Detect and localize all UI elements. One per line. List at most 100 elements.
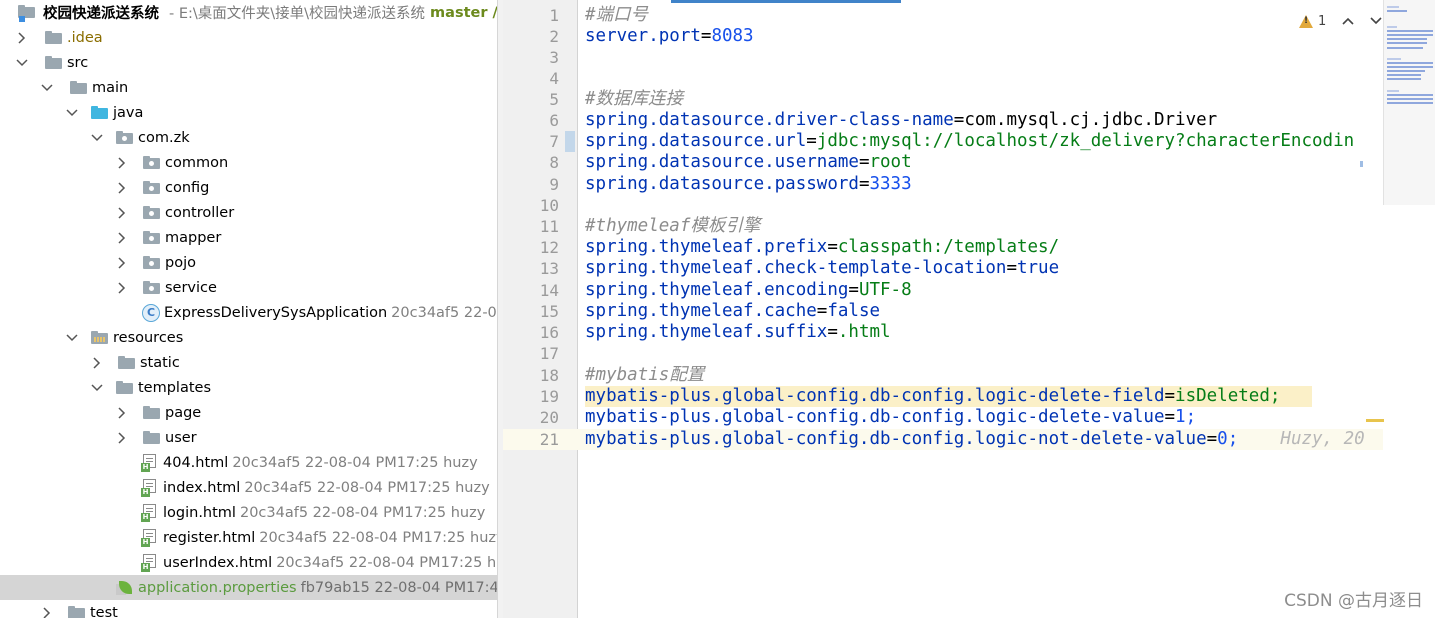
code-line-18[interactable]: #mybatis配置 [585, 365, 704, 386]
tree-item-common[interactable]: common [0, 150, 497, 175]
chevron-right-icon[interactable] [41, 606, 53, 618]
comment: #数据库连接 [585, 89, 684, 109]
tree-root[interactable]: 校园快递派送系统 - E:\桌面文件夹\接单\校园快递派送系统 master /… [0, 0, 497, 25]
code-line-15[interactable]: spring.thymeleaf.cache=false [585, 301, 880, 322]
package-icon [143, 181, 160, 194]
tree-item-404-html[interactable]: H 404.html 20c34af5 22-08-04 PM17:25 huz… [0, 450, 497, 475]
code-editor[interactable]: 1 2 3 4 5 6 7 8 9 10 11 12 13 14 15 16 1… [503, 0, 1435, 618]
tree-item-templates[interactable]: templates [0, 375, 497, 400]
line-number: 2 [549, 27, 559, 46]
chevron-right-icon[interactable] [116, 256, 128, 269]
chevron-down-icon[interactable] [91, 382, 103, 394]
folder-icon [143, 431, 160, 444]
chevron-down-icon[interactable] [1370, 13, 1382, 29]
tree-item-userindex-html[interactable]: H userIndex.html 20c34af5 22-08-04 PM17:… [0, 550, 497, 575]
property-value: root [869, 152, 912, 172]
minimap-line [1387, 102, 1433, 104]
chevron-down-icon[interactable] [41, 82, 53, 94]
code-area[interactable]: #端口号 server.port=8083 #数据库连接 spring.data… [577, 0, 1383, 618]
property-key: spring.datasource.username [585, 152, 859, 172]
tree-item-application-class[interactable]: C ExpressDeliverySysApplication 20c34af5… [0, 300, 497, 325]
minimap-line [1387, 94, 1433, 96]
tree-item-index-html[interactable]: H index.html 20c34af5 22-08-04 PM17:25 h… [0, 475, 497, 500]
minimap-line [1387, 66, 1433, 68]
scrollbar-warning-marker[interactable] [1366, 419, 1384, 422]
tree-item-java[interactable]: java [0, 100, 497, 125]
chevron-right-icon[interactable] [91, 356, 103, 369]
equals-sign: = [848, 280, 859, 300]
code-line-1[interactable]: #端口号 [585, 5, 648, 26]
scrollbar-change-marker[interactable] [1360, 161, 1363, 167]
chevron-right-icon[interactable] [116, 181, 128, 194]
chevron-right-icon[interactable] [116, 156, 128, 169]
vcs-change-marker[interactable] [565, 131, 575, 152]
folder-icon [68, 606, 85, 618]
vcs-annotation: 20c34af5 22-08-04 PM17:25 huzy [239, 504, 486, 521]
property-key: spring.datasource.url [585, 131, 807, 151]
tree-item-label: src [67, 54, 89, 71]
chevron-down-icon[interactable] [91, 132, 103, 144]
tree-item-idea[interactable]: .idea [0, 25, 497, 50]
code-line-9[interactable]: spring.datasource.password=3333 [585, 174, 912, 195]
code-line-2[interactable]: server.port=8083 [585, 26, 754, 47]
html-file-icon: H [141, 528, 157, 547]
property-key: server.port [585, 26, 701, 46]
code-line-11[interactable]: #thymeleaf模板引擎 [585, 216, 760, 237]
tree-item-register-html[interactable]: H register.html 20c34af5 22-08-04 PM17:2… [0, 525, 497, 550]
property-value: 3333 [869, 174, 912, 194]
tree-item-pojo[interactable]: pojo [0, 250, 497, 275]
minimap-line [1387, 58, 1401, 60]
property-value: jdbc:mysql://localhost/zk_delivery?chara… [816, 131, 1355, 151]
minimap-line [1387, 42, 1427, 44]
tree-item-static[interactable]: static [0, 350, 497, 375]
tree-item-src[interactable]: src [0, 50, 497, 75]
minimap-line [1387, 47, 1423, 49]
tree-item-test[interactable]: test [0, 600, 497, 618]
code-line-19[interactable]: mybatis-plus.global-config.db-config.log… [585, 386, 1280, 407]
tree-item-user[interactable]: user [0, 425, 497, 450]
minimap-line [1387, 98, 1433, 100]
tree-item-com-zk[interactable]: com.zk [0, 125, 497, 150]
chevron-down-icon[interactable] [66, 332, 78, 344]
chevron-right-icon[interactable] [116, 231, 128, 244]
chevron-right-icon[interactable] [116, 406, 128, 419]
tree-item-resources[interactable]: resources [0, 325, 497, 350]
code-line-13[interactable]: spring.thymeleaf.check-template-location… [585, 258, 1059, 279]
equals-sign: = [953, 110, 965, 130]
code-line-14[interactable]: spring.thymeleaf.encoding=UTF-8 [585, 280, 912, 301]
chevron-right-icon[interactable] [116, 431, 128, 444]
chevron-down-icon[interactable] [66, 107, 78, 119]
minimap-line [1387, 78, 1421, 80]
code-line-7[interactable]: spring.datasource.url=jdbc:mysql://local… [585, 131, 1354, 152]
tree-item-service[interactable]: service [0, 275, 497, 300]
chevron-right-icon[interactable] [116, 281, 128, 294]
chevron-right-icon[interactable] [16, 31, 28, 44]
folder-icon [143, 406, 160, 419]
code-line-12[interactable]: spring.thymeleaf.prefix=classpath:/templ… [585, 237, 1059, 258]
line-number: 8 [549, 153, 559, 172]
chevron-right-icon[interactable] [116, 206, 128, 219]
tree-item-controller[interactable]: controller [0, 200, 497, 225]
code-line-20[interactable]: mybatis-plus.global-config.db-config.log… [585, 407, 1196, 428]
code-line-8[interactable]: spring.datasource.username=root [585, 152, 912, 173]
code-minimap[interactable] [1383, 0, 1435, 205]
code-line-6[interactable]: spring.datasource.driver-class-name=com.… [585, 110, 1217, 131]
tree-item-label: application.properties [138, 579, 297, 596]
tree-item-page[interactable]: page [0, 400, 497, 425]
tree-item-label: pojo [165, 254, 196, 271]
tree-item-label: .idea [67, 29, 103, 46]
chevron-up-icon[interactable] [1342, 13, 1354, 29]
tree-item-login-html[interactable]: H login.html 20c34af5 22-08-04 PM17:25 h… [0, 500, 497, 525]
inspection-widget[interactable]: 1 [1299, 12, 1382, 30]
chevron-down-icon[interactable] [16, 57, 28, 69]
tree-item-application-properties[interactable]: application.properties fb79ab15 22-08-04… [0, 575, 497, 600]
code-line-5[interactable]: #数据库连接 [585, 89, 683, 110]
code-line-16[interactable]: spring.thymeleaf.suffix=.html [585, 322, 891, 343]
tree-item-config[interactable]: config [0, 175, 497, 200]
tree-item-mapper[interactable]: mapper [0, 225, 497, 250]
tree-item-main[interactable]: main [0, 75, 497, 100]
vcs-annotation: 20c34af5 22-08-04 PM17:25 huzy [259, 529, 497, 546]
code-line-21[interactable]: mybatis-plus.global-config.db-config.log… [585, 429, 1365, 450]
line-number: 5 [549, 90, 559, 109]
tree-item-label: static [140, 354, 180, 371]
